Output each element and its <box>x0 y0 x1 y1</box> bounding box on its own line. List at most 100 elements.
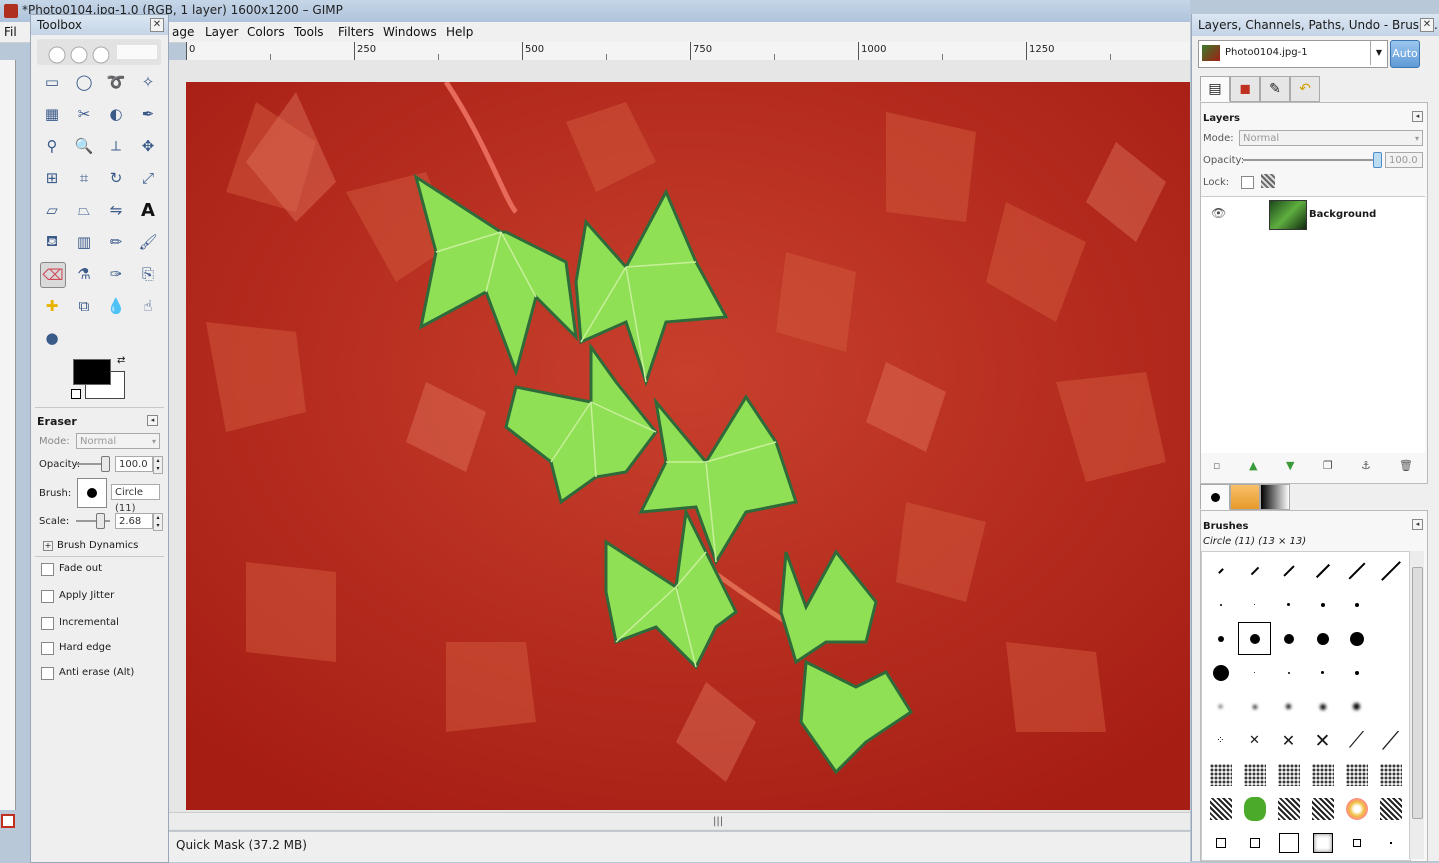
tab-layers-icon[interactable]: ▤ <box>1200 76 1230 102</box>
bucket-fill-icon[interactable]: ⛾ <box>40 230 64 254</box>
dock-close-icon[interactable]: ✕ <box>1420 18 1434 32</box>
toolbox-close-icon[interactable]: ✕ <box>150 18 164 32</box>
auto-button[interactable]: Auto <box>1390 40 1420 68</box>
opacity-input[interactable]: 100.0 <box>115 456 153 472</box>
brush-cell[interactable] <box>1204 588 1237 621</box>
brush-cell[interactable] <box>1238 826 1271 859</box>
anti-erase-checkbox[interactable] <box>41 667 54 680</box>
scroll-grip-icon[interactable]: ||| <box>713 816 723 827</box>
swap-colors-icon[interactable]: ⇄ <box>117 355 125 366</box>
menu-windows[interactable]: Windows <box>383 25 437 39</box>
brushes-vertical-scrollbar[interactable] <box>1409 551 1424 859</box>
raise-layer-icon[interactable]: ▲ <box>1249 459 1257 472</box>
brush-cell[interactable] <box>1272 758 1305 791</box>
lower-layer-icon[interactable]: ▼ <box>1286 459 1294 472</box>
brush-cell[interactable] <box>1306 554 1339 587</box>
lasso-icon[interactable]: ➰ <box>104 70 128 94</box>
tab-patterns-icon[interactable] <box>1230 484 1260 510</box>
brush-cell[interactable]: ⟋ <box>1374 724 1407 757</box>
flip-icon[interactable]: ⇋ <box>104 198 128 222</box>
zoom-icon[interactable]: 🔍 <box>72 134 96 158</box>
hard-edge-checkbox[interactable] <box>41 642 54 655</box>
brush-cell[interactable] <box>1204 758 1237 791</box>
brush-preview-button[interactable] <box>77 478 107 508</box>
brush-cell[interactable] <box>1204 622 1237 655</box>
layer-mode-select[interactable]: Normal ▾ <box>1239 130 1423 146</box>
paintbrush-icon[interactable]: 🖌 <box>136 230 160 254</box>
tool-options-menu-icon[interactable]: ◂ <box>147 415 158 426</box>
brush-cell[interactable] <box>1340 758 1373 791</box>
tab-undo-icon[interactable]: ↶ <box>1290 76 1320 102</box>
airbrush-icon[interactable]: ⚗ <box>72 262 96 286</box>
brush-cell[interactable] <box>1204 826 1237 859</box>
brush-cell[interactable] <box>1204 690 1237 723</box>
eye-visibility-icon[interactable]: 👁 <box>1211 206 1226 220</box>
scale-spin-icon[interactable]: ▴ ▾ <box>153 513 163 531</box>
brush-cell[interactable]: ✕ <box>1238 724 1271 757</box>
brush-cell[interactable] <box>1340 826 1373 859</box>
brush-cell[interactable] <box>1340 554 1373 587</box>
layers-panel-menu-icon[interactable]: ◂ <box>1412 111 1423 122</box>
brush-cell[interactable]: ✕ <box>1272 724 1305 757</box>
brush-cell[interactable] <box>1238 622 1271 655</box>
lock-pixels-checkbox[interactable] <box>1241 176 1254 189</box>
brush-cell[interactable] <box>1374 758 1407 791</box>
lock-alpha-icon[interactable] <box>1261 174 1275 188</box>
tab-gradients-icon[interactable] <box>1260 484 1290 510</box>
ellipse-select-icon[interactable]: ◯ <box>72 70 96 94</box>
menu-tools[interactable]: Tools <box>294 25 324 39</box>
fade-out-checkbox[interactable] <box>41 563 54 576</box>
incremental-checkbox[interactable] <box>41 617 54 630</box>
image-selector[interactable]: Photo0104.jpg-1 ▼ <box>1198 40 1388 68</box>
opacity-slider-handle[interactable] <box>101 456 110 472</box>
tab-channels-icon[interactable]: ◼ <box>1230 76 1260 102</box>
color-picker-icon[interactable]: ⚲ <box>40 134 64 158</box>
layer-name[interactable]: Background <box>1309 209 1376 220</box>
delete-layer-icon[interactable]: 🗑 <box>1399 459 1413 472</box>
menu-image[interactable]: age <box>172 25 194 39</box>
new-layer-icon[interactable]: ▫ <box>1213 459 1220 472</box>
quick-mask-toggle-icon[interactable] <box>1 814 15 828</box>
blend-icon[interactable]: ▥ <box>72 230 96 254</box>
perspective-icon[interactable]: ⏢ <box>72 198 96 222</box>
brush-cell[interactable] <box>1306 622 1339 655</box>
foreground-color-swatch[interactable] <box>73 359 111 385</box>
menu-help[interactable]: Help <box>446 25 473 39</box>
brushes-panel-menu-icon[interactable]: ◂ <box>1412 519 1423 530</box>
move-icon[interactable]: ✥ <box>136 134 160 158</box>
brush-cell[interactable] <box>1238 792 1271 825</box>
brush-cell[interactable] <box>1238 588 1271 621</box>
layer-thumbnail[interactable] <box>1269 200 1307 230</box>
align-icon[interactable]: ⊞ <box>40 166 64 190</box>
tab-brushes-icon[interactable] <box>1200 484 1230 510</box>
horizontal-ruler[interactable]: 0 250 500 750 1000 1250 <box>186 42 1190 61</box>
menu-layer[interactable]: Layer <box>205 25 238 39</box>
menu-file[interactable]: Fil <box>4 25 17 39</box>
smudge-icon[interactable]: ☝ <box>136 294 160 318</box>
image-canvas[interactable] <box>186 82 1190 810</box>
brush-cell[interactable] <box>1374 656 1407 689</box>
horizontal-scrollbar[interactable]: ||| <box>168 812 1190 829</box>
layer-opacity-slider[interactable] <box>1243 159 1377 161</box>
foreground-select-icon[interactable]: ◐ <box>104 102 128 126</box>
tab-paths-icon[interactable]: ✎ <box>1260 76 1290 102</box>
ink-icon[interactable]: ✑ <box>104 262 128 286</box>
scale-icon[interactable]: ⤢ <box>136 166 160 190</box>
paths-icon[interactable]: ✒ <box>136 102 160 126</box>
chevron-down-icon[interactable]: ▼ <box>1370 41 1387 65</box>
brush-cell[interactable] <box>1306 826 1339 859</box>
layer-opacity-handle[interactable] <box>1373 152 1382 168</box>
brush-cell[interactable] <box>1374 792 1407 825</box>
brush-cell[interactable] <box>1272 690 1305 723</box>
rect-select-icon[interactable]: ▭ <box>40 70 64 94</box>
brush-cell[interactable] <box>1340 792 1373 825</box>
text-icon[interactable]: A <box>136 198 160 222</box>
heal-icon[interactable]: ✚ <box>40 294 64 318</box>
scale-slider-handle[interactable] <box>96 513 105 529</box>
pencil-icon[interactable]: ✏ <box>104 230 128 254</box>
color-select-icon[interactable]: ▦ <box>40 102 64 126</box>
clone-icon[interactable]: ⎘ <box>136 262 160 286</box>
menu-colors[interactable]: Colors <box>247 25 285 39</box>
anchor-layer-icon[interactable]: ⚓ <box>1361 459 1371 472</box>
perspective-clone-icon[interactable]: ⧉ <box>72 294 96 318</box>
